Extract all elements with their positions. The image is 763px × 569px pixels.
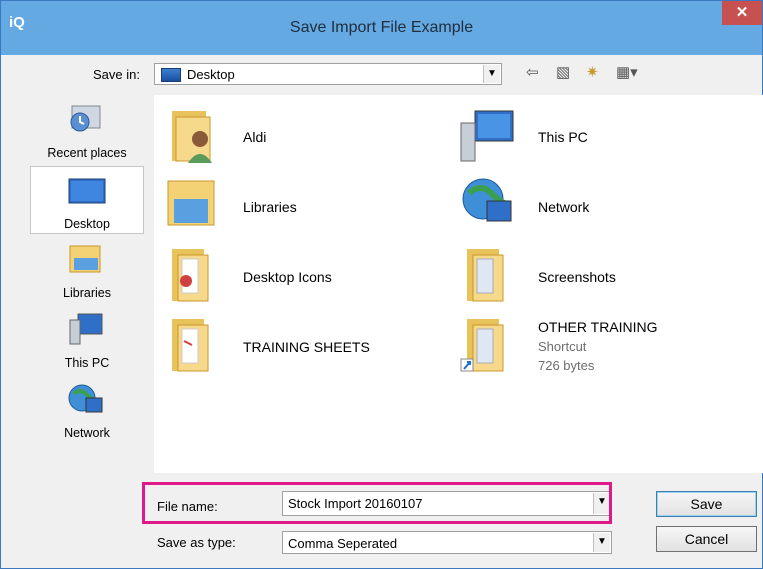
list-item[interactable]: Libraries [164,175,414,235]
file-name: TRAINING SHEETS [243,339,370,355]
desktop-icon [161,68,181,82]
file-name: Aldi [243,129,267,145]
file-list[interactable]: Aldi This PC Libraries Network Desktop I… [154,95,763,473]
place-this-pc[interactable]: This PC [30,306,144,374]
back-arrow-icon[interactable]: ⇦ [526,63,539,81]
save-dialog: iQ Save Import File Example ✕ Save in: D… [0,0,763,569]
file-name-highlight [142,482,612,524]
close-button[interactable]: ✕ [722,1,762,25]
list-item[interactable]: Desktop Icons [164,245,414,305]
save-as-type-value: Comma Seperated [288,536,398,551]
file-type: Shortcut [538,339,587,354]
this-pc-icon [69,313,103,345]
window-title: Save Import File Example [289,19,474,36]
file-name: This PC [538,129,588,145]
list-item[interactable]: Network [459,175,709,235]
folder-icon [467,249,504,302]
save-in-dropdown[interactable]: Desktop ▼ [154,63,502,85]
file-name: OTHER TRAINING [538,319,658,335]
list-item[interactable]: TRAINING SHEETS [164,315,414,375]
chevron-down-icon[interactable]: ▼ [483,65,500,83]
title-bar[interactable]: iQ Save Import File Example ✕ [1,1,762,55]
list-item[interactable]: OTHER TRAINING Shortcut 726 bytes [459,315,739,375]
folder-icon [172,319,209,372]
file-name: Screenshots [538,269,616,285]
file-name: Network [538,199,590,215]
recent-places-icon [70,105,101,132]
place-label: Desktop [64,217,110,231]
save-in-value: Desktop [187,67,235,82]
place-libraries[interactable]: Libraries [30,236,144,304]
user-folder-icon [172,111,212,163]
libraries-icon [69,245,101,273]
list-item[interactable]: This PC [459,105,709,165]
place-recent-places[interactable]: Recent places [30,96,144,164]
save-as-type-label: Save as type: [157,535,236,550]
desktop-icon [68,178,106,204]
place-network[interactable]: Network [30,376,144,444]
up-folder-icon[interactable]: ▧ [556,63,570,81]
save-button[interactable]: Save [656,491,757,517]
file-size: 726 bytes [538,358,595,373]
folder-shortcut-icon [460,319,504,372]
network-globe-icon [462,178,512,222]
save-in-label: Save in: [93,67,140,82]
folder-icon [172,249,209,302]
save-as-type-dropdown[interactable]: Comma Seperated ▼ [282,531,612,554]
cancel-button[interactable]: Cancel [656,526,757,552]
places-bar: Recent places Desktop Libraries This PC … [30,96,144,456]
libraries-folder-icon [167,180,215,226]
file-name: Libraries [243,199,297,215]
place-label: Libraries [63,286,111,300]
computer-icon [460,110,514,162]
new-folder-icon[interactable]: ✷ [586,63,599,81]
place-label: Recent places [47,146,127,160]
file-name: Desktop Icons [243,269,332,285]
place-desktop[interactable]: Desktop [30,166,144,234]
place-label: Network [64,426,110,440]
list-item[interactable]: Screenshots [459,245,709,305]
network-icon [68,384,103,413]
view-menu-icon[interactable]: ▦▾ [616,63,638,81]
place-label: This PC [64,356,110,370]
chevron-down-icon[interactable]: ▼ [593,533,610,552]
list-item[interactable]: Aldi [164,105,414,165]
